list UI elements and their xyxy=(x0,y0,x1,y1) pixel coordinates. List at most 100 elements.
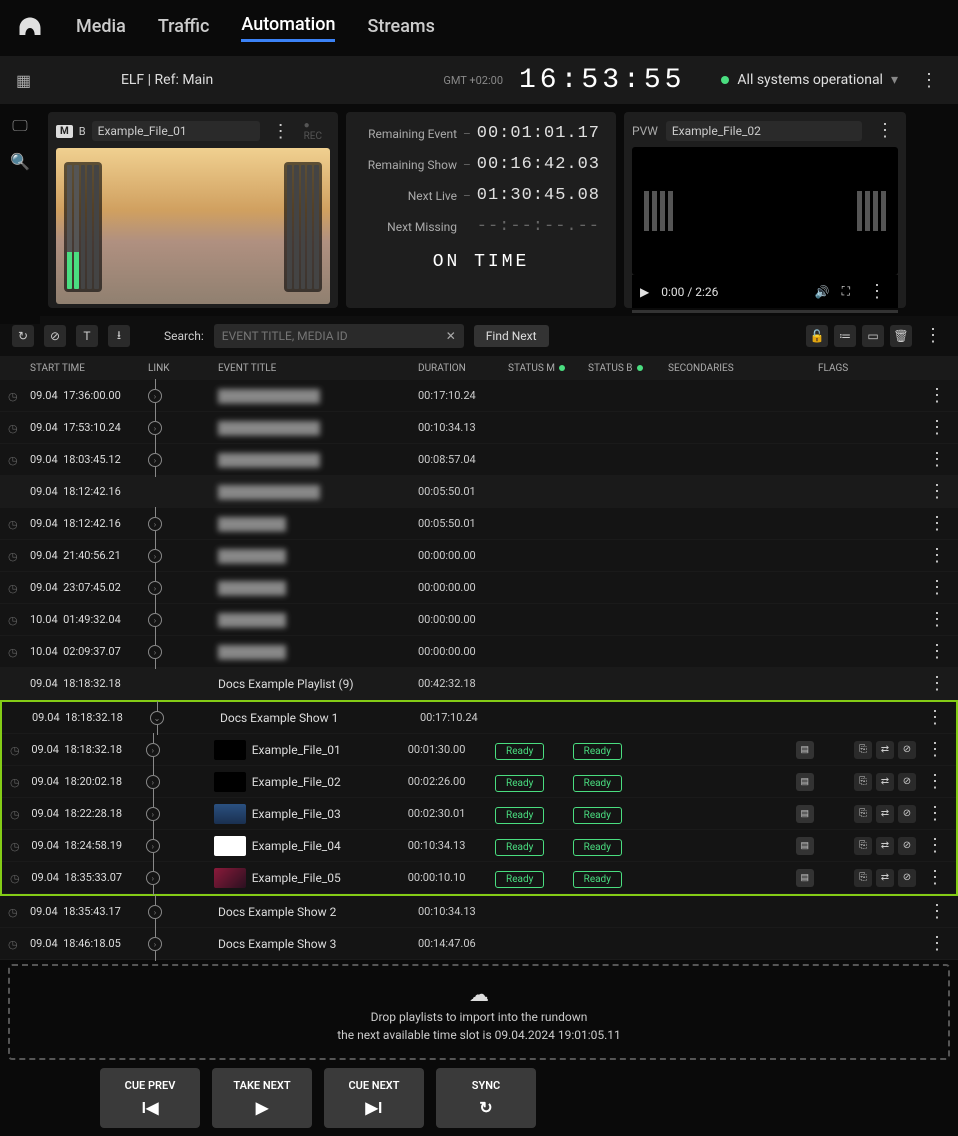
table-row[interactable]: ◷ 09.04 18:46:18.05 › Docs Example Show … xyxy=(0,928,958,960)
action-copy[interactable]: ⎘ xyxy=(854,805,872,823)
link-icon[interactable]: ⌄ xyxy=(150,711,164,725)
action-disable[interactable]: ⊘ xyxy=(898,741,916,759)
pvw-filename-input[interactable] xyxy=(666,121,862,141)
link-icon[interactable]: › xyxy=(148,613,162,627)
link-icon[interactable]: › xyxy=(148,453,162,467)
col-duration[interactable]: DURATION xyxy=(418,363,508,374)
action-swap[interactable]: ⇄ xyxy=(876,773,894,791)
table-row[interactable]: ◷ 09.04 18:03:45.12 › ████████████ 00:08… xyxy=(0,444,958,476)
monitor-icon[interactable]: 🖵 xyxy=(12,116,27,136)
pgm-filename-input[interactable] xyxy=(92,121,260,141)
link-icon[interactable]: › xyxy=(148,389,162,403)
row-more[interactable]: ⋮ xyxy=(922,545,950,566)
play-icon[interactable]: ▶ xyxy=(640,285,649,299)
nav-media[interactable]: Media xyxy=(76,16,126,41)
row-more[interactable]: ⋮ xyxy=(922,641,950,662)
search-icon[interactable]: 🔍 xyxy=(10,152,30,171)
action-copy[interactable]: ⎘ xyxy=(854,773,872,791)
link-icon[interactable]: › xyxy=(146,807,160,821)
table-row[interactable]: ◷ 10.04 01:49:32.04 › ████████ 00:00:00.… xyxy=(0,604,958,636)
row-more[interactable]: ⋮ xyxy=(922,901,950,922)
table-row[interactable]: ◷ 09.04 17:53:10.24 › ████████████ 00:10… xyxy=(0,412,958,444)
table-row[interactable]: ◷ 09.04 17:36:00.00 › ████████████ 00:17… xyxy=(0,380,958,412)
table-row[interactable]: ◷ 09.04 18:18:32.18 › Example_File_01 00… xyxy=(2,734,956,766)
link-icon[interactable]: › xyxy=(148,581,162,595)
row-more[interactable]: ⋮ xyxy=(922,673,950,694)
link-icon[interactable]: › xyxy=(148,517,162,531)
col-title[interactable]: EVENT TITLE xyxy=(218,363,418,374)
link-icon[interactable]: › xyxy=(148,905,162,919)
row-more[interactable]: ⋮ xyxy=(920,803,948,824)
action-disable[interactable]: ⊘ xyxy=(898,869,916,887)
link-icon[interactable]: › xyxy=(146,839,160,853)
row-more[interactable]: ⋮ xyxy=(920,867,948,888)
row-more[interactable]: ⋮ xyxy=(922,513,950,534)
pvw-more[interactable]: ⋮ xyxy=(870,120,898,141)
row-more[interactable]: ⋮ xyxy=(922,481,950,502)
take-next-button[interactable]: TAKE NEXT▶ xyxy=(212,1068,312,1128)
link-icon[interactable]: › xyxy=(148,549,162,563)
columns-icon[interactable]: ▭ xyxy=(862,325,884,347)
row-more[interactable]: ⋮ xyxy=(922,385,950,406)
row-more[interactable]: ⋮ xyxy=(920,835,948,856)
note-icon[interactable]: ▤ xyxy=(796,741,814,759)
table-row[interactable]: ◷ 09.04 23:07:45.02 › ████████ 00:00:00.… xyxy=(0,572,958,604)
system-status[interactable]: All systems operational ▾ xyxy=(721,72,898,88)
action-swap[interactable]: ⇄ xyxy=(876,869,894,887)
download-icon[interactable]: ⭳ xyxy=(108,325,130,347)
link-icon[interactable]: › xyxy=(148,645,162,659)
link-icon[interactable]: › xyxy=(148,937,162,951)
table-row[interactable]: 09.04 18:18:32.18 Docs Example Playlist … xyxy=(0,668,958,700)
row-more[interactable]: ⋮ xyxy=(920,707,948,728)
dropzone[interactable]: ☁ Drop playlists to import into the rund… xyxy=(8,964,950,1060)
find-next-button[interactable]: Find Next xyxy=(474,325,549,347)
search-input[interactable] xyxy=(222,329,446,343)
row-more[interactable]: ⋮ xyxy=(922,449,950,470)
link-icon[interactable]: › xyxy=(148,421,162,435)
link-icon[interactable]: › xyxy=(146,871,160,885)
grid-icon[interactable]: ▦ xyxy=(16,71,31,90)
filter-icon[interactable]: ⊘ xyxy=(44,325,66,347)
note-icon[interactable]: ▤ xyxy=(796,869,814,887)
row-more[interactable]: ⋮ xyxy=(920,771,948,792)
table-row[interactable]: ◷ 09.04 18:22:28.18 › Example_File_03 00… xyxy=(2,798,956,830)
refresh-icon[interactable]: ↻ xyxy=(12,325,34,347)
row-more[interactable]: ⋮ xyxy=(922,417,950,438)
sync-button[interactable]: SYNC↻ xyxy=(436,1068,536,1128)
action-copy[interactable]: ⎘ xyxy=(854,837,872,855)
list-icon[interactable]: ≔ xyxy=(834,325,856,347)
volume-icon[interactable]: 🔊 xyxy=(815,285,830,299)
row-more[interactable]: ⋮ xyxy=(922,609,950,630)
row-more[interactable]: ⋮ xyxy=(920,739,948,760)
table-row[interactable]: ◷ 09.04 18:24:58.19 › Example_File_04 00… xyxy=(2,830,956,862)
note-icon[interactable]: ▤ xyxy=(796,773,814,791)
action-disable[interactable]: ⊘ xyxy=(898,805,916,823)
table-row[interactable]: 09.04 18:18:32.18 ⌄ Docs Example Show 1 … xyxy=(2,702,956,734)
more-menu[interactable]: ⋮ xyxy=(914,70,942,91)
pvw-preview[interactable] xyxy=(632,147,898,275)
action-swap[interactable]: ⇄ xyxy=(876,741,894,759)
col-flags[interactable]: FLAGS xyxy=(818,363,878,374)
link-icon[interactable]: › xyxy=(146,743,160,757)
action-swap[interactable]: ⇄ xyxy=(876,805,894,823)
row-more[interactable]: ⋮ xyxy=(922,933,950,954)
cue-prev-button[interactable]: CUE PREVI◀ xyxy=(100,1068,200,1128)
text-icon[interactable]: T xyxy=(76,325,98,347)
link-icon[interactable]: › xyxy=(146,775,160,789)
col-link[interactable]: LINK xyxy=(148,363,218,374)
table-row[interactable]: ◷ 10.04 02:09:37.07 › ████████ 00:00:00.… xyxy=(0,636,958,668)
action-swap[interactable]: ⇄ xyxy=(876,837,894,855)
cue-next-button[interactable]: CUE NEXT▶I xyxy=(324,1068,424,1128)
video-more[interactable]: ⋮ xyxy=(862,281,890,302)
table-row[interactable]: ◷ 09.04 18:12:42.16 › ████████ 00:05:50.… xyxy=(0,508,958,540)
table-row[interactable]: ◷ 09.04 18:35:33.07 › Example_File_05 00… xyxy=(2,862,956,894)
delete-icon[interactable]: 🗑 xyxy=(890,325,912,347)
table-row[interactable]: ◷ 09.04 18:35:43.17 › Docs Example Show … xyxy=(0,896,958,928)
col-status-b[interactable]: STATUS B xyxy=(588,363,668,374)
lock-icon[interactable]: 🔓 xyxy=(806,325,828,347)
clear-search-icon[interactable]: ✕ xyxy=(446,329,456,343)
note-icon[interactable]: ▤ xyxy=(796,837,814,855)
note-icon[interactable]: ▤ xyxy=(796,805,814,823)
col-status-m[interactable]: STATUS M xyxy=(508,363,588,374)
action-copy[interactable]: ⎘ xyxy=(854,741,872,759)
